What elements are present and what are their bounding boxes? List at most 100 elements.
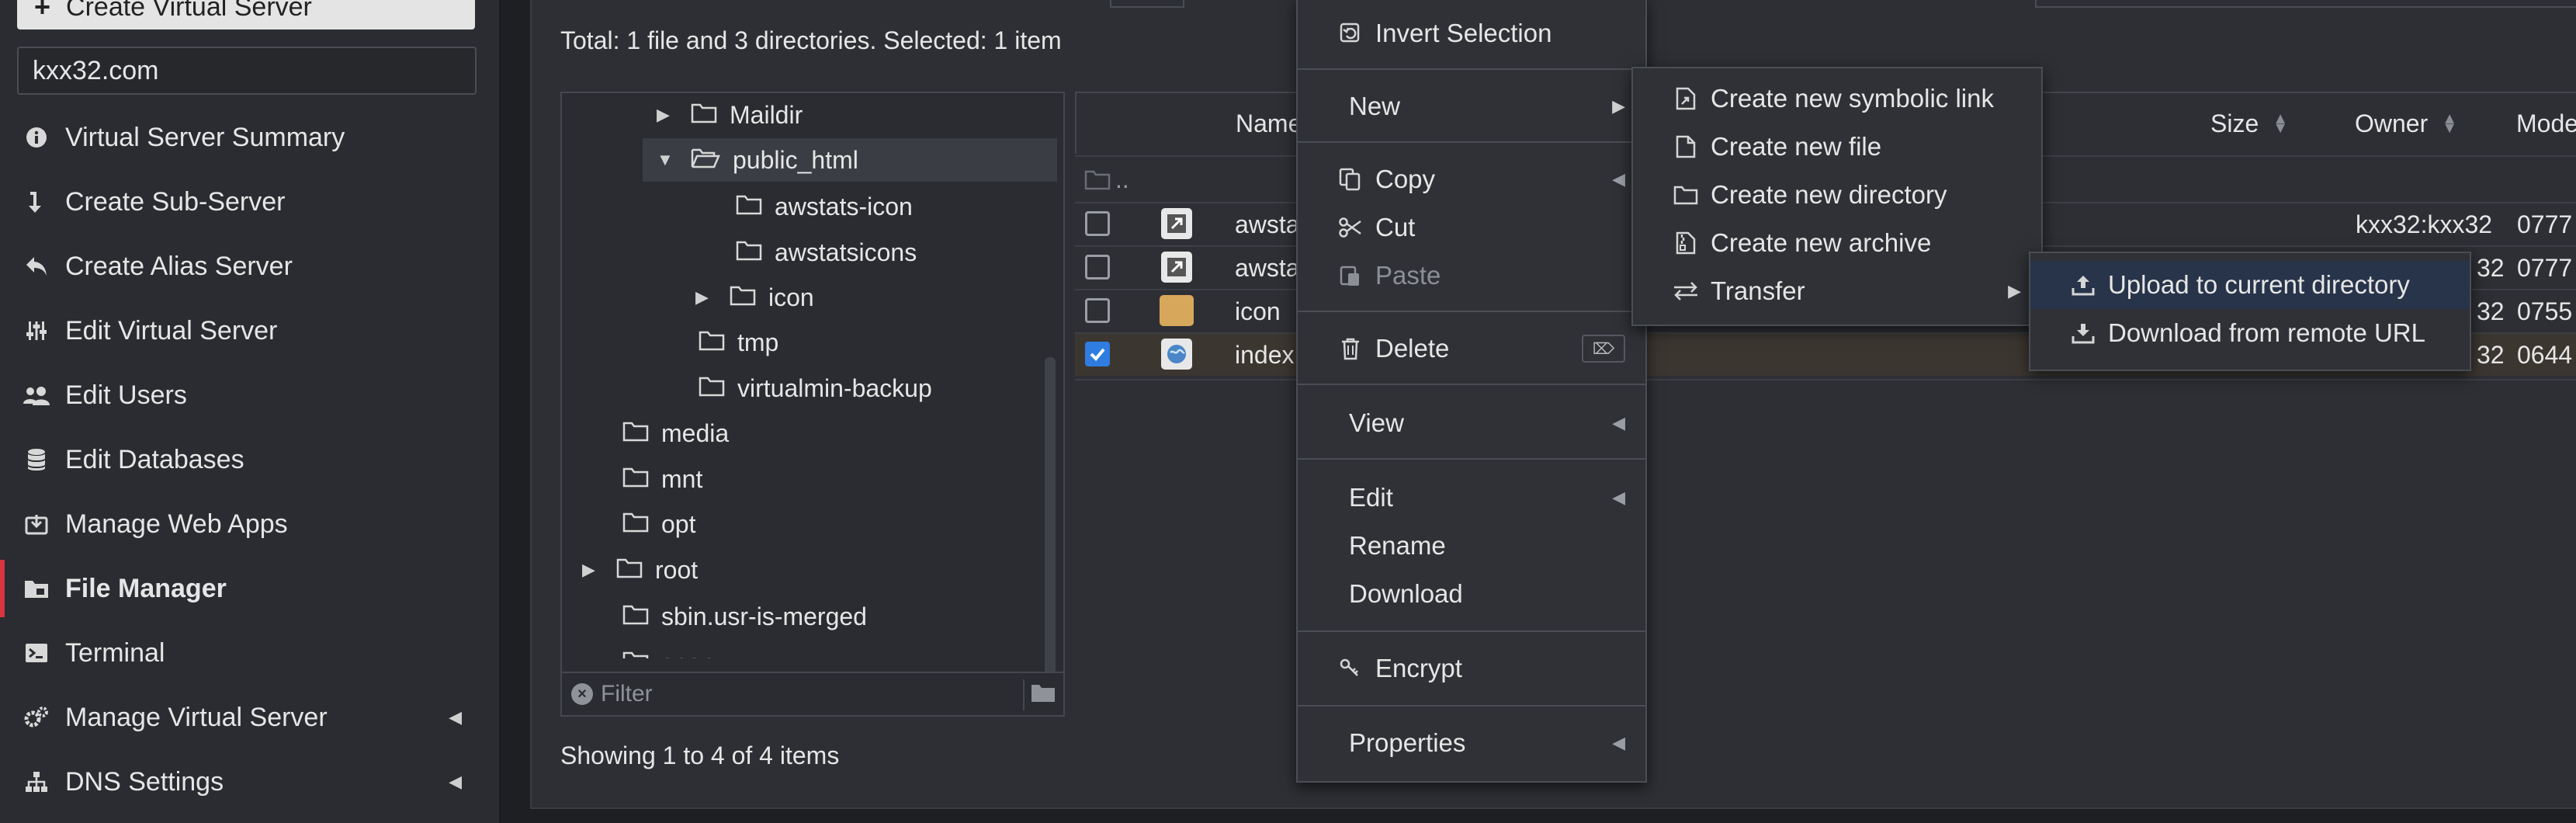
caret-right-icon: ▶ xyxy=(657,105,670,124)
menu-item-invert-selection[interactable]: Invert Selection xyxy=(1298,9,1645,57)
tree-node-mnt[interactable]: mnt xyxy=(604,457,702,501)
sidebar-item-edit-virtual-server[interactable]: Edit Virtual Server xyxy=(0,299,499,363)
sidebar-item-virtual-server-summary[interactable]: Virtual Server Summary xyxy=(0,106,499,169)
menu-item-transfer[interactable]: Transfer ▶ xyxy=(1633,267,2041,315)
sidebar-item-label: Manage Web Apps xyxy=(65,509,288,539)
tree-node-sbin-usr-is-merged[interactable]: sbin.usr-is-merged xyxy=(604,595,867,638)
file-owner: 32 xyxy=(2477,340,2505,369)
menu-item-label: New xyxy=(1349,92,1401,120)
menu-separator xyxy=(1298,630,1645,632)
sidebar-item-label: File Manager xyxy=(65,573,227,603)
menu-item-create-new-directory[interactable]: Create new directory xyxy=(1633,171,2041,219)
menu-item-new[interactable]: New ▶ xyxy=(1298,82,1645,130)
caret-down-icon: ▼ xyxy=(657,150,674,169)
menu-item-view[interactable]: View ◀ xyxy=(1298,399,1645,447)
sidebar-item-label: Edit Virtual Server xyxy=(65,315,278,346)
menu-item-download-from-remote-url[interactable]: Download from remote URL xyxy=(2030,309,2470,357)
column-header-name[interactable]: Name xyxy=(1236,92,1302,155)
menu-item-properties[interactable]: Properties ◀ xyxy=(1298,719,1645,767)
column-header-label: Size xyxy=(2210,109,2259,137)
file-mode: 0777 xyxy=(2517,253,2573,282)
tree-node-public-html[interactable]: ▼ public_html xyxy=(643,138,1057,182)
domain-select[interactable]: kxx32.com xyxy=(17,47,477,95)
menu-item-create-new-file[interactable]: Create new file xyxy=(1633,123,2041,171)
column-header-size[interactable]: Size ▲ ▼ xyxy=(2210,92,2288,155)
transfer-submenu: Upload to current directory Download fro… xyxy=(2029,252,2471,371)
menu-item-create-symbolic-link[interactable]: Create new symbolic link xyxy=(1633,75,2041,123)
sort-icon: ▲ ▼ xyxy=(2442,110,2458,137)
tree-node-label: icon xyxy=(768,283,814,311)
menu-separator xyxy=(1298,141,1645,143)
menu-item-copy[interactable]: Copy ◀ xyxy=(1298,155,1645,203)
sidebar-item-manage-web-apps[interactable]: Manage Web Apps xyxy=(0,492,499,556)
terminal-icon xyxy=(22,643,51,663)
menu-separator xyxy=(1298,458,1645,460)
tree-node-media[interactable]: media xyxy=(604,412,729,455)
tree-node-snap[interactable]: snap xyxy=(604,641,715,658)
info-circle-icon xyxy=(22,127,51,148)
tree-node-virtualmin-backup[interactable]: virtualmin-backup xyxy=(680,366,932,410)
folder-icon xyxy=(622,419,649,448)
clear-filter-icon[interactable]: × xyxy=(571,683,593,705)
tree-scrollbar[interactable] xyxy=(1045,357,1056,691)
file-mode: 0755 xyxy=(2517,297,2573,325)
tree-node-tmp[interactable]: tmp xyxy=(680,321,778,364)
create-virtual-server-button[interactable]: + Create Virtual Server xyxy=(17,0,475,30)
tree-node-root[interactable]: ▶ root xyxy=(582,548,698,592)
tree-node-clip: snap xyxy=(604,641,1038,658)
menu-item-upload-to-current-directory[interactable]: Upload to current directory xyxy=(2030,261,2470,309)
menu-separator xyxy=(1298,68,1645,70)
row-checkbox-checked[interactable] xyxy=(1085,342,1110,366)
sidebar-item-create-alias-server[interactable]: Create Alias Server xyxy=(0,234,499,298)
folder-open-icon xyxy=(691,146,720,175)
column-header-owner[interactable]: Owner ▲ ▼ xyxy=(2355,92,2457,155)
tree-node-awstatsicons[interactable]: awstatsicons xyxy=(717,231,917,274)
tree-node-label: awstats-icon xyxy=(775,192,913,221)
selection-summary: Total: 1 file and 3 directories. Selecte… xyxy=(560,26,1062,54)
file-owner: 32 xyxy=(2477,297,2505,325)
menu-item-label: Copy xyxy=(1375,165,1436,193)
sidebar-item-label: Edit Databases xyxy=(65,444,244,474)
sidebar-item-file-manager[interactable]: File Manager xyxy=(0,557,499,620)
tree-node-opt[interactable]: opt xyxy=(604,502,695,546)
file-mode: 0644 xyxy=(2517,340,2573,369)
row-checkbox[interactable] xyxy=(1085,211,1110,236)
sidebar-item-edit-users[interactable]: Edit Users xyxy=(0,363,499,427)
menu-item-label: Transfer xyxy=(1711,276,1805,305)
toolbar-edge xyxy=(2035,0,2576,8)
sidebar-item-terminal[interactable]: Terminal xyxy=(0,621,499,685)
menu-item-edit[interactable]: Edit ◀ xyxy=(1298,474,1645,522)
column-header-label: Owner xyxy=(2355,109,2429,137)
sidebar-item-edit-databases[interactable]: Edit Databases xyxy=(0,428,499,491)
menu-item-create-new-archive[interactable]: Create new archive xyxy=(1633,219,2041,267)
folder-search-icon[interactable] xyxy=(1031,682,1056,709)
menu-item-encrypt[interactable]: Encrypt xyxy=(1298,644,1645,693)
submenu-arrow-icon: ◀ xyxy=(1612,488,1625,507)
sidebar-item-create-sub-server[interactable]: Create Sub-Server xyxy=(0,170,499,234)
column-header-mode[interactable]: Mode xyxy=(2516,92,2576,155)
sidebar-item-manage-virtual-server[interactable]: Manage Virtual Server ◀ xyxy=(0,686,499,749)
tree-node-label: root xyxy=(655,555,699,584)
tree-filter-input[interactable]: × Filter xyxy=(560,672,1065,717)
archive-file-icon xyxy=(1672,231,1700,255)
toolbar-button-edge[interactable] xyxy=(1110,0,1184,8)
download-icon xyxy=(2069,322,2097,344)
tree-node-awstats-icon[interactable]: awstats-icon xyxy=(717,185,913,228)
menu-item-download[interactable]: Download xyxy=(1298,570,1645,618)
menu-item-cut[interactable]: Cut xyxy=(1298,203,1645,252)
sliders-icon xyxy=(22,320,51,342)
menu-item-rename[interactable]: Rename xyxy=(1298,522,1645,570)
tree-node-maildir[interactable]: ▶ Maildir xyxy=(657,93,803,137)
menu-item-delete[interactable]: Delete ⌦ xyxy=(1298,325,1645,373)
folder-icon xyxy=(1672,185,1700,205)
menu-item-label: Properties xyxy=(1349,728,1466,757)
symlink-file-icon xyxy=(1161,208,1192,239)
menu-item-label: View xyxy=(1349,408,1404,437)
row-checkbox[interactable] xyxy=(1085,298,1110,323)
sidebar-item-dns-settings[interactable]: DNS Settings ◀ xyxy=(0,750,499,814)
row-checkbox[interactable] xyxy=(1085,255,1110,280)
menu-separator xyxy=(1298,384,1645,385)
menu-item-paste[interactable]: Paste xyxy=(1298,252,1645,300)
tree-node-icon[interactable]: ▶ icon xyxy=(695,276,814,319)
menu-item-label: Edit xyxy=(1349,483,1393,512)
